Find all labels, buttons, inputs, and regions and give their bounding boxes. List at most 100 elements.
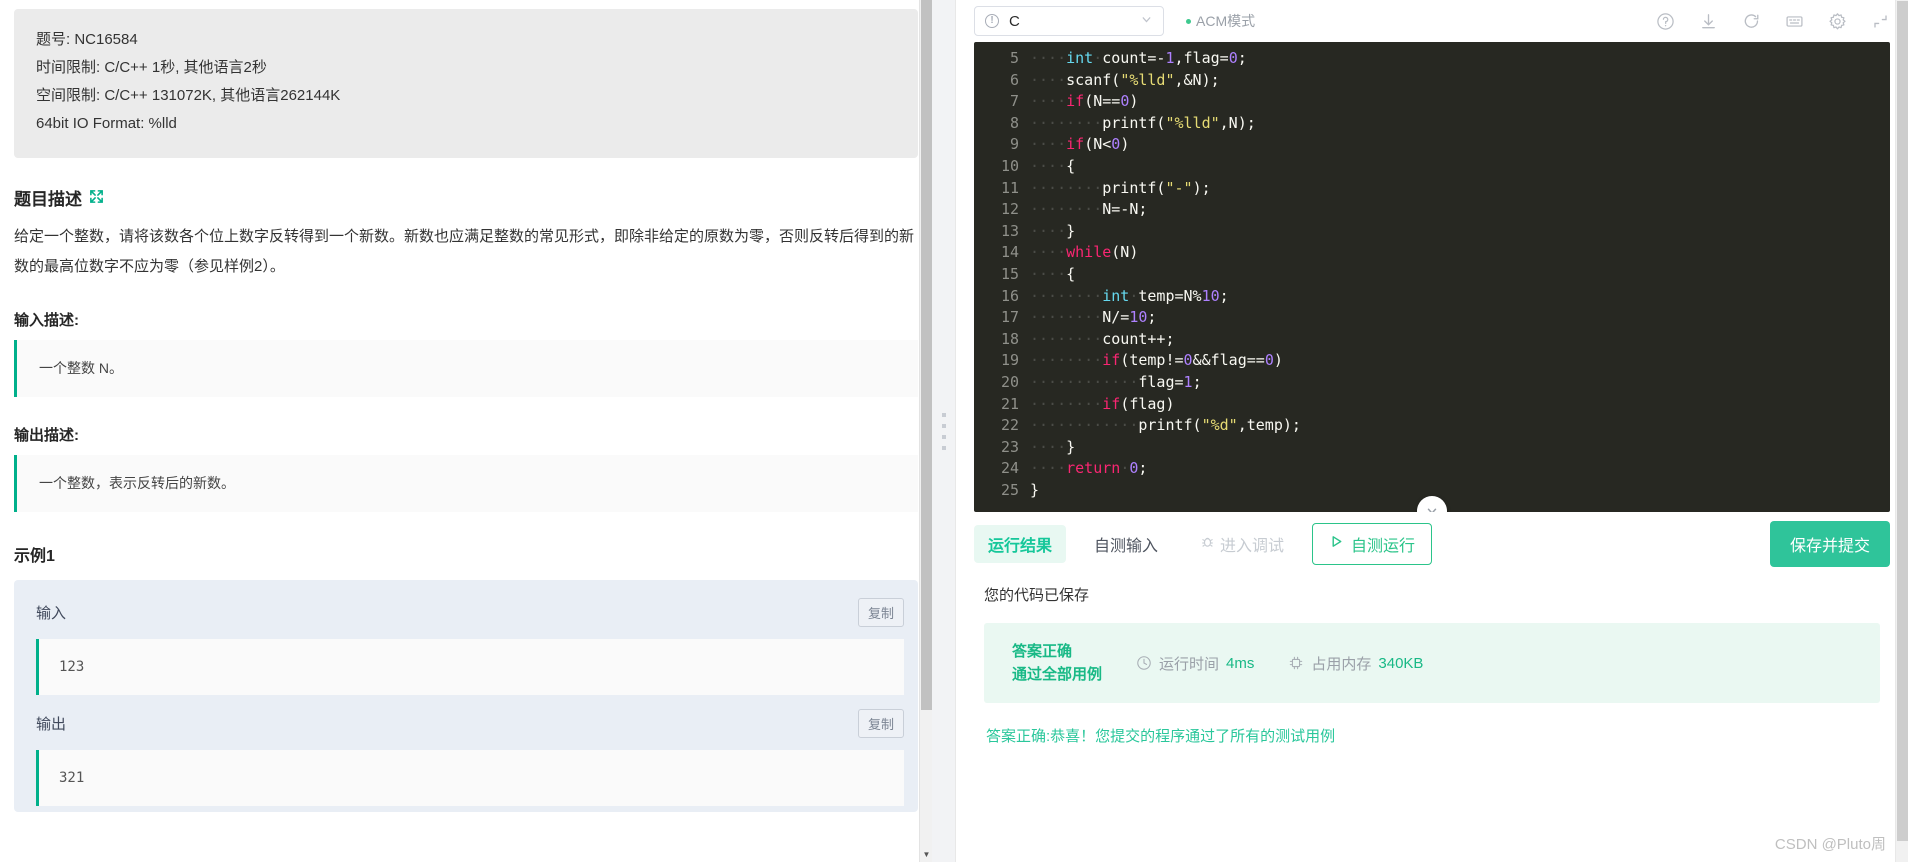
run-bar: 运行结果 自测输入 进入调试 自测运行 保存并提交: [956, 512, 1908, 574]
code-line-content: ····return·0;: [1030, 459, 1148, 478]
editor-toolbar: ! C ACM模式: [956, 0, 1908, 42]
code-line[interactable]: 24 ····return·0;: [974, 458, 1890, 480]
example-output-value: 321: [36, 750, 904, 806]
code-line-content: ····int·count=-1,flag=0;: [1030, 49, 1247, 67]
code-line-content: ········count++;: [1030, 329, 1175, 348]
problem-panel: 题号: NC16584 时间限制: C/C++ 1秒, 其他语言2秒 空间限制:…: [0, 0, 932, 862]
run-time-value: 4ms: [1226, 654, 1255, 672]
code-line-content: ········N=-N;: [1030, 200, 1148, 219]
output-description-box: 一个整数，表示反转后的新数。: [14, 455, 918, 512]
example-card: 输入 复制 123 输出 复制 321: [14, 580, 918, 812]
code-line-number: 18: [1000, 329, 1019, 348]
divider-dot: [941, 423, 946, 428]
description-heading-label: 题目描述: [14, 190, 82, 209]
copy-output-button[interactable]: 复制: [857, 709, 904, 738]
code-line[interactable]: 9 ····if(N<0): [974, 134, 1890, 156]
verdict-status: 答案正确 通过全部用例: [1012, 640, 1102, 686]
editor-panel-scrollbar[interactable]: [1895, 0, 1908, 862]
acm-mode-dot-icon: [1186, 18, 1191, 24]
code-line-number: 22: [1000, 416, 1019, 435]
problem-body: 题目描述 给定一个整数，请将该数各个位上数字反转得到一个新数。新数也应满足整数的…: [0, 185, 932, 812]
example-output-label: 输出: [36, 716, 67, 733]
scroll-down-arrow-icon[interactable]: ▼: [920, 848, 932, 862]
code-line[interactable]: 6 ····scanf("%lld",&N);: [974, 70, 1890, 92]
settings-gear-icon[interactable]: [1828, 12, 1847, 31]
self-test-run-button[interactable]: 自测运行: [1312, 523, 1433, 565]
code-line-number: 9: [1009, 135, 1019, 154]
code-line[interactable]: 19 ········if(temp!=0&&flag==0): [974, 350, 1890, 372]
output-description-heading: 输出描述:: [14, 427, 79, 444]
verdict-line-2: 通过全部用例: [1012, 666, 1103, 683]
code-line-content: ····}: [1030, 437, 1076, 456]
code-line[interactable]: 23 ····}: [974, 437, 1890, 459]
copy-input-button[interactable]: 复制: [857, 598, 904, 627]
problem-scrollbar-thumb[interactable]: [921, 0, 932, 710]
code-line-content: ············printf("%d",temp);: [1030, 416, 1301, 435]
code-line[interactable]: 14 ····while(N): [974, 242, 1890, 264]
code-line[interactable]: 22 ············printf("%d",temp);: [974, 415, 1890, 437]
help-icon[interactable]: [1656, 12, 1675, 31]
code-line-number: 8: [1009, 113, 1019, 132]
chevron-down-icon: [1140, 13, 1153, 29]
fullscreen-icon[interactable]: [1871, 12, 1890, 31]
expand-icon[interactable]: [89, 189, 104, 207]
example-input-header: 输入 复制: [14, 584, 918, 639]
tab-enter-debug-label: 进入调试: [1220, 538, 1285, 555]
code-line-number: 10: [1000, 156, 1019, 175]
code-line-number: 12: [1000, 200, 1019, 219]
console-icon[interactable]: [1785, 12, 1804, 31]
code-line-content: ········int·temp=N%10;: [1030, 286, 1229, 305]
code-line[interactable]: 18 ········count++;: [974, 329, 1890, 351]
meta-space-limit: 空间限制: C/C++ 131072K, 其他语言262144K: [36, 87, 341, 104]
code-line-content: ············flag=1;: [1030, 372, 1202, 391]
download-icon[interactable]: [1699, 12, 1718, 31]
code-line[interactable]: 8 ········printf("%lld",N);: [974, 113, 1890, 135]
code-line[interactable]: 13 ····}: [974, 221, 1890, 243]
acm-mode-toggle[interactable]: ACM模式: [1186, 11, 1255, 31]
code-line-content: ····scanf("%lld",&N);: [1030, 70, 1220, 89]
tab-self-test-input[interactable]: 自测输入: [1080, 525, 1172, 563]
editor-toolbar-icons: [1656, 12, 1890, 31]
code-line[interactable]: 20 ············flag=1;: [974, 372, 1890, 394]
code-line[interactable]: 21 ········if(flag): [974, 394, 1890, 416]
language-select-value: C: [1009, 12, 1020, 30]
code-line[interactable]: 16 ········int·temp=N%10;: [974, 286, 1890, 308]
tab-run-result[interactable]: 运行结果: [974, 525, 1067, 563]
description-text: 给定一个整数，请将该数各个位上数字反转得到一个新数。新数也应满足整数的常见形式，…: [14, 228, 915, 275]
meta-problem-id: 题号: NC16584: [36, 31, 138, 48]
meta-io-format: 64bit IO Format: %lld: [36, 115, 177, 132]
code-line-number: 25: [1000, 480, 1019, 499]
panel-divider[interactable]: [932, 0, 956, 862]
code-line[interactable]: 15 ····{: [974, 264, 1890, 286]
code-lines[interactable]: 5 ····int·count=-1,flag=0; 6 ····scanf("%ll…: [974, 42, 1890, 501]
code-line-number: 15: [1000, 264, 1019, 283]
language-select[interactable]: ! C: [974, 6, 1164, 36]
editor-panel: ! C ACM模式 5 ····int·count=-1,flag=0; 6 ·…: [956, 0, 1908, 862]
example-input-value: 123: [36, 639, 904, 695]
code-line[interactable]: 7 ····if(N==0): [974, 91, 1890, 113]
code-line-content: ········printf("%lld",N);: [1030, 113, 1256, 132]
code-editor[interactable]: 5 ····int·count=-1,flag=0; 6 ····scanf("%ll…: [974, 42, 1890, 512]
code-line-content: ····{: [1030, 264, 1076, 283]
code-line[interactable]: 10 ····{: [974, 156, 1890, 178]
code-line-content: }: [1030, 480, 1040, 499]
input-description-text: 一个整数 N。: [39, 360, 123, 376]
code-line-content: ····{: [1030, 156, 1076, 175]
code-line-content: ····if(N==0): [1030, 92, 1139, 111]
run-time-label: 运行时间: [1159, 655, 1220, 673]
results-panel: 您的代码已保存 答案正确 通过全部用例 运行时间 4ms 占用内存 340KB …: [956, 574, 1908, 746]
editor-panel-scrollbar-thumb[interactable]: [1897, 1, 1908, 841]
code-line[interactable]: 12 ········N=-N;: [974, 199, 1890, 221]
divider-dot: [941, 434, 946, 439]
code-line[interactable]: 17 ········N/=10;: [974, 307, 1890, 329]
refresh-icon[interactable]: [1742, 12, 1761, 31]
code-line[interactable]: 5 ····int·count=-1,flag=0;: [974, 48, 1890, 70]
problem-scrollbar[interactable]: ▼: [919, 0, 932, 862]
code-line[interactable]: 11 ········printf("-");: [974, 178, 1890, 200]
tab-enter-debug: 进入调试: [1186, 525, 1298, 563]
save-and-submit-button[interactable]: 保存并提交: [1769, 521, 1890, 567]
play-icon: [1329, 534, 1344, 554]
code-line-number: 23: [1000, 437, 1019, 456]
code-line-number: 16: [1000, 286, 1019, 305]
code-line-number: 14: [1000, 243, 1019, 262]
